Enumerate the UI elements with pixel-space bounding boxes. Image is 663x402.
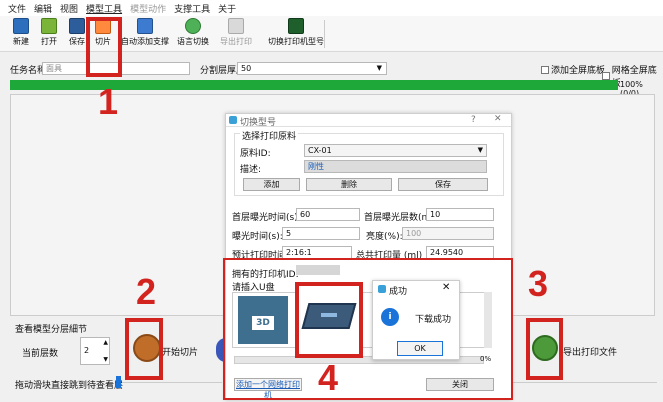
callout-box-slice <box>86 17 122 77</box>
callout-box-dialog-bottom <box>223 258 513 400</box>
printer-model-icon <box>288 18 304 34</box>
spin-down-icon[interactable]: ▼ <box>103 356 108 363</box>
menu-file[interactable]: 文件 <box>8 2 26 15</box>
exposure-label: 曝光时间(s): <box>232 232 283 242</box>
menu-view[interactable]: 视图 <box>60 2 78 15</box>
callout-number-1: 1 <box>98 81 119 122</box>
callout-box-start-slice <box>125 318 163 380</box>
current-layer-label: 当前层数 <box>22 349 59 359</box>
save-disk-icon <box>69 18 85 34</box>
export-print-file-button[interactable]: 导出打印文件 <box>563 345 617 358</box>
material-id-label: 原料ID: <box>240 149 271 159</box>
layer-thickness-value: 50 <box>241 64 252 73</box>
description-label: 描述: <box>240 165 262 175</box>
start-slice-label[interactable]: 开始切片 <box>162 345 198 358</box>
add-full-bottom-checkbox[interactable]: 添加全屏底板 <box>541 63 605 76</box>
delete-material-button[interactable]: 删除 <box>306 178 392 191</box>
checkbox-icon <box>602 72 610 80</box>
app-icon <box>229 116 237 124</box>
menu-model-tools[interactable]: 模型工具 <box>86 2 122 15</box>
export-print-button[interactable]: 导出打印 <box>219 18 253 47</box>
layer-slider-handle[interactable] <box>116 376 121 388</box>
new-file-icon <box>13 18 29 34</box>
close-icon[interactable]: ✕ <box>494 114 502 124</box>
menu-model-actions[interactable]: 模型动作 <box>130 2 166 15</box>
save-material-button[interactable]: 保存 <box>398 178 488 191</box>
toolbar-divider <box>324 20 325 48</box>
first-layers-input[interactable]: 10 <box>426 208 494 221</box>
support-icon <box>137 18 153 34</box>
callout-number-4: 4 <box>318 357 339 398</box>
first-exposure-label: 首层曝光时间(s): <box>232 213 301 223</box>
material-group-title: 选择打印原料 <box>240 129 299 142</box>
dialog-title: 切换型号 <box>240 118 277 128</box>
language-button[interactable]: 语言切换 <box>176 18 210 47</box>
brightness-label: 亮度(%): <box>366 232 403 242</box>
checkbox-icon <box>541 65 549 74</box>
chevron-down-icon: ▼ <box>477 146 483 154</box>
menu-bar: 文件 编辑 视图 模型工具 模型动作 支撑工具 关于 <box>0 0 663 16</box>
layer-section-title: 查看模型分层細节 <box>15 325 88 335</box>
material-id-select[interactable]: CX-01 ▼ <box>304 144 487 157</box>
exposure-input[interactable]: 5 <box>282 227 360 240</box>
layer-slider-track[interactable] <box>122 382 222 383</box>
callout-box-export <box>526 318 563 380</box>
layer-slider-track[interactable] <box>512 382 657 383</box>
first-exposure-input[interactable]: 60 <box>296 208 360 221</box>
chevron-down-icon: ▼ <box>376 64 382 72</box>
spin-up-icon[interactable]: ▲ <box>103 339 108 346</box>
dialog-titlebar: 切换型号 ? ✕ <box>226 114 511 128</box>
layer-thickness-select[interactable]: 50 ▼ <box>237 62 387 75</box>
first-layers-label: 首层曝光层数(n): <box>364 213 434 223</box>
switch-printer-button[interactable]: 切换打印机型号 <box>268 18 324 47</box>
printer-icon <box>228 18 244 34</box>
callout-number-3: 3 <box>528 263 549 304</box>
globe-icon <box>185 18 201 34</box>
auto-support-button[interactable]: 自动添加支撑 <box>121 18 169 47</box>
description-field[interactable]: 刚性 <box>304 160 487 173</box>
menu-edit[interactable]: 编辑 <box>34 2 52 15</box>
add-material-button[interactable]: 添加 <box>243 178 300 191</box>
callout-number-2: 2 <box>136 271 157 312</box>
brightness-input[interactable]: 100 <box>402 227 494 240</box>
menu-support-tools[interactable]: 支撑工具 <box>174 2 210 15</box>
drag-hint: 拖动滑块直接跳到待查看层 <box>15 381 124 391</box>
task-name-label: 任务名称 <box>10 66 47 76</box>
current-layer-spinbox[interactable]: 2 ▲ ▼ <box>80 337 110 365</box>
menu-about[interactable]: 关于 <box>218 2 236 15</box>
help-button[interactable]: ? <box>471 115 476 125</box>
open-folder-icon <box>41 18 57 34</box>
